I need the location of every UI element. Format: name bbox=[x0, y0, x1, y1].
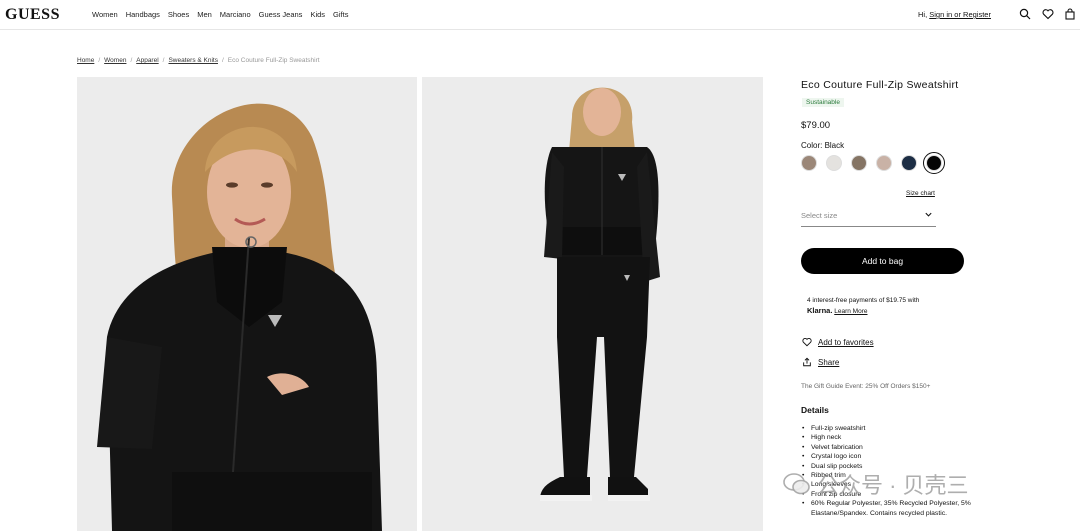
site-header: GUESS Women Handbags Shoes Men Marciano … bbox=[0, 0, 1080, 30]
color-swatches bbox=[801, 152, 945, 174]
size-select-placeholder: Select size bbox=[801, 211, 838, 220]
details-heading: Details bbox=[801, 405, 829, 415]
color-swatch[interactable] bbox=[851, 155, 867, 171]
promo-banner[interactable]: The Gift Guide Event: 25% Off Orders $15… bbox=[801, 383, 930, 390]
wechat-watermark: 公众号 · 贝壳三 bbox=[783, 468, 969, 500]
model-fullbody-illustration bbox=[422, 77, 763, 531]
klarna-info: 4 interest-free payments of $19.75 with … bbox=[807, 296, 957, 317]
greeting-text: Hi, bbox=[918, 10, 928, 19]
size-select[interactable]: Select size bbox=[801, 206, 936, 227]
breadcrumb-current: Eco Couture Full-Zip Sweatshirt bbox=[227, 57, 320, 64]
add-to-bag-button[interactable]: Add to bag bbox=[801, 248, 964, 274]
add-to-favorites-label[interactable]: Add to favorites bbox=[818, 338, 874, 347]
klarna-logo: Klarna. bbox=[807, 306, 833, 315]
guess-logo[interactable]: GUESS bbox=[5, 6, 60, 24]
bag-icon[interactable] bbox=[1064, 8, 1076, 20]
search-icon[interactable] bbox=[1019, 8, 1031, 20]
breadcrumb-home[interactable]: Home bbox=[77, 57, 94, 64]
breadcrumb-women[interactable]: Women bbox=[104, 57, 126, 64]
color-swatch[interactable] bbox=[801, 155, 817, 171]
color-swatch[interactable] bbox=[876, 155, 892, 171]
chevron-down-icon bbox=[925, 212, 932, 217]
heart-icon bbox=[802, 337, 812, 347]
breadcrumb: Home / Women / Apparel / Sweaters & Knit… bbox=[77, 57, 320, 64]
breadcrumb-separator: / bbox=[221, 57, 224, 64]
share-button[interactable]: Share bbox=[802, 357, 839, 367]
breadcrumb-sweaters-knits[interactable]: Sweaters & Knits bbox=[168, 57, 218, 64]
heart-icon[interactable] bbox=[1042, 8, 1054, 20]
model-closeup-illustration bbox=[77, 77, 417, 531]
breadcrumb-separator: / bbox=[98, 57, 101, 64]
detail-item: High neck bbox=[801, 433, 1011, 443]
detail-item: 60% Regular Polyester, 35% Recycled Poly… bbox=[801, 499, 1011, 518]
sustainable-badge: Sustainable bbox=[802, 98, 844, 107]
nav-women[interactable]: Women bbox=[92, 10, 118, 19]
detail-item: Velvet fabrication bbox=[801, 443, 1011, 453]
color-swatch[interactable] bbox=[826, 155, 842, 171]
breadcrumb-apparel[interactable]: Apparel bbox=[136, 57, 158, 64]
nav-kids[interactable]: Kids bbox=[310, 10, 325, 19]
main-nav: Women Handbags Shoes Men Marciano Guess … bbox=[92, 10, 348, 19]
sign-in-link[interactable]: Sign in or Register bbox=[929, 10, 991, 19]
wechat-icon bbox=[783, 473, 810, 495]
detail-item: Crystal logo icon bbox=[801, 452, 1011, 462]
nav-shoes[interactable]: Shoes bbox=[168, 10, 189, 19]
account-greeting: Hi, Sign in or Register bbox=[918, 10, 991, 19]
color-label: Color: Black bbox=[801, 141, 845, 150]
nav-men[interactable]: Men bbox=[197, 10, 212, 19]
add-to-favorites[interactable]: Add to favorites bbox=[802, 337, 874, 347]
size-chart-link[interactable]: Size chart bbox=[906, 190, 935, 197]
share-icon bbox=[803, 357, 811, 367]
breadcrumb-separator: / bbox=[162, 57, 165, 64]
product-image-full[interactable] bbox=[422, 77, 763, 531]
breadcrumb-separator: / bbox=[130, 57, 133, 64]
nav-handbags[interactable]: Handbags bbox=[126, 10, 160, 19]
product-title: Eco Couture Full-Zip Sweatshirt bbox=[801, 79, 959, 91]
color-swatch[interactable] bbox=[901, 155, 917, 171]
product-image-front[interactable] bbox=[77, 77, 417, 531]
share-label[interactable]: Share bbox=[818, 358, 839, 367]
klarna-text: 4 interest-free payments of $19.75 with bbox=[807, 297, 920, 304]
detail-item: Full-zip sweatshirt bbox=[801, 424, 1011, 434]
nav-guess-jeans[interactable]: Guess Jeans bbox=[259, 10, 303, 19]
product-price: $79.00 bbox=[801, 120, 831, 131]
watermark-text: 公众号 · 贝壳三 bbox=[817, 473, 969, 498]
klarna-learn-more-link[interactable]: Learn More bbox=[834, 308, 867, 315]
nav-marciano[interactable]: Marciano bbox=[220, 10, 251, 19]
color-swatch[interactable] bbox=[923, 152, 945, 174]
nav-gifts[interactable]: Gifts bbox=[333, 10, 348, 19]
